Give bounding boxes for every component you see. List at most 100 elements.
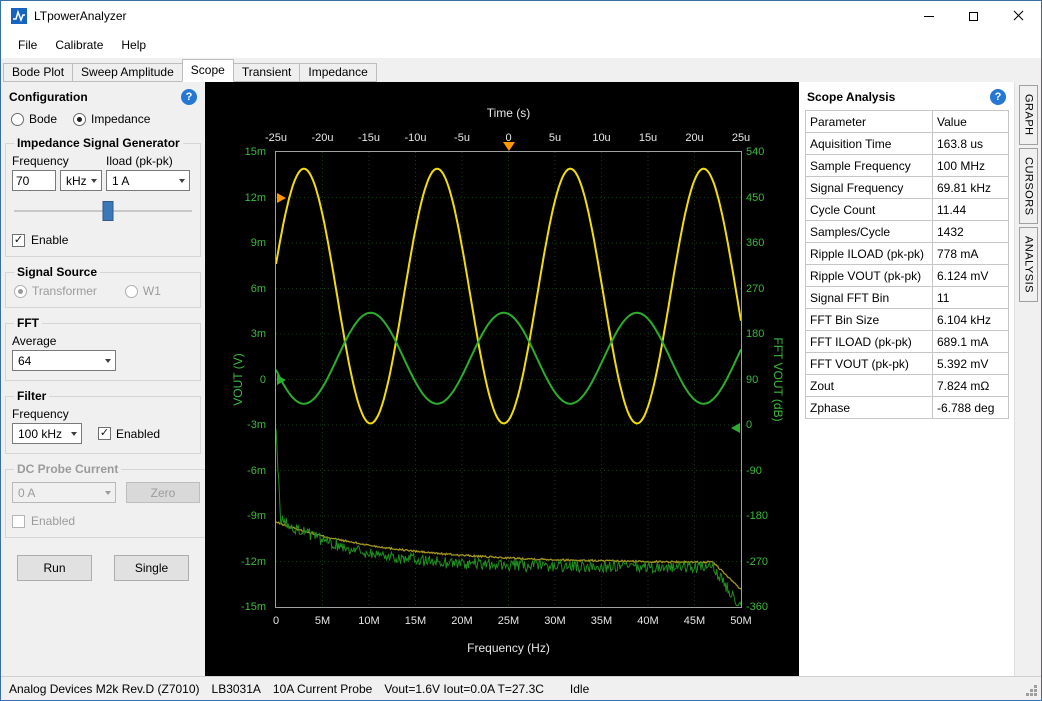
filter-frequency-select[interactable]: 100 kHz xyxy=(12,423,82,444)
table-row: Aquisition Time163.8 us xyxy=(806,133,1009,155)
param-cell: Signal Frequency xyxy=(806,177,933,199)
fft-group: FFT Average 64 xyxy=(5,316,201,381)
tick-label: -15u xyxy=(358,132,380,144)
frequency-input[interactable] xyxy=(12,170,56,191)
close-button[interactable] xyxy=(996,1,1041,31)
vout-reference-marker[interactable] xyxy=(277,375,286,385)
side-tab-analysis[interactable]: ANALYSIS xyxy=(1019,227,1038,302)
configuration-panel: Configuration ? Bode Impedance Impedance… xyxy=(1,82,205,676)
tab-bode-plot[interactable]: Bode Plot xyxy=(3,63,73,82)
help-icon[interactable]: ? xyxy=(181,89,197,105)
time-zero-marker[interactable] xyxy=(503,142,515,151)
help-icon[interactable]: ? xyxy=(990,89,1006,105)
fft-iload xyxy=(276,522,741,589)
filter-enabled-label: Enabled xyxy=(116,427,160,441)
slider-thumb[interactable] xyxy=(103,201,114,221)
frequency-unit-select[interactable]: kHz xyxy=(60,170,102,191)
tab-impedance[interactable]: Impedance xyxy=(299,63,376,82)
main-content: Configuration ? Bode Impedance Impedance… xyxy=(1,82,1041,676)
tick-label: 10M xyxy=(358,615,379,627)
iload-select[interactable]: 1 A xyxy=(106,170,190,191)
tick-label: 20u xyxy=(685,132,703,144)
analysis-table: ParameterValueAquisition Time163.8 usSam… xyxy=(805,110,1009,419)
tick-label: 3m xyxy=(251,328,266,340)
maximize-button[interactable] xyxy=(951,1,996,31)
average-select[interactable]: 64 xyxy=(12,350,116,371)
param-cell: FFT Bin Size xyxy=(806,309,933,331)
tick-label: 6m xyxy=(251,283,266,295)
resize-grip-icon[interactable] xyxy=(1034,693,1037,696)
param-cell: Aquisition Time xyxy=(806,133,933,155)
tick-label: 20M xyxy=(451,615,472,627)
status-segment: Vout=1.6V Iout=0.0A T=27.3C xyxy=(384,682,544,696)
tick-label: 360 xyxy=(746,237,764,249)
value-cell: 689.1 mA xyxy=(933,331,1009,353)
iload-value: 1 A xyxy=(112,174,129,188)
fft-group-title: FFT xyxy=(14,316,42,330)
vout-axis-title: VOUT (V) xyxy=(231,152,245,607)
value-cell: -6.788 deg xyxy=(933,397,1009,419)
menu-help[interactable]: Help xyxy=(112,34,155,56)
side-tab-cursors[interactable]: CURSORS xyxy=(1019,148,1038,225)
table-row: Ripple VOUT (pk-pk)6.124 mV xyxy=(806,265,1009,287)
tick-label: 270 xyxy=(746,283,764,295)
table-row: Signal FFT Bin11 xyxy=(806,287,1009,309)
configuration-heading: Configuration xyxy=(9,90,88,104)
radio-selected-icon xyxy=(14,285,27,298)
chevron-down-icon xyxy=(91,179,97,183)
tick-label: -270 xyxy=(746,556,768,568)
tab-transient[interactable]: Transient xyxy=(233,63,301,82)
generator-group: Impedance Signal Generator Frequency Ilo… xyxy=(5,136,201,257)
scope-plot-area: Time (s) -25u-20u-15u-10u-5u05u10u15u20u… xyxy=(205,82,799,676)
signal-source-radio-group: Transformer W1 xyxy=(12,280,194,298)
tick-label: -90 xyxy=(746,465,762,477)
tick-label: -5u xyxy=(454,132,470,144)
radio-w1: W1 xyxy=(125,284,161,298)
single-button[interactable]: Single xyxy=(114,555,189,581)
menu-file[interactable]: File xyxy=(9,34,46,56)
param-cell: Samples/Cycle xyxy=(806,221,933,243)
fft-axis-title: FFT VOUT (dB) xyxy=(771,152,785,607)
tick-label: -25u xyxy=(265,132,287,144)
fft-reference-marker[interactable] xyxy=(731,423,740,433)
enable-checkbox[interactable]: ✓Enable xyxy=(12,233,194,247)
fft-vout xyxy=(276,429,741,606)
value-cell: 1432 xyxy=(933,221,1009,243)
minimize-button[interactable] xyxy=(906,1,951,31)
tick-label: 50M xyxy=(730,615,751,627)
table-row: FFT ILOAD (pk-pk)689.1 mA xyxy=(806,331,1009,353)
param-cell: Cycle Count xyxy=(806,199,933,221)
side-tab-strip: GRAPH CURSORS ANALYSIS xyxy=(1014,82,1041,676)
menu-calibrate[interactable]: Calibrate xyxy=(46,34,112,56)
param-cell: FFT ILOAD (pk-pk) xyxy=(806,331,933,353)
param-cell: Ripple ILOAD (pk-pk) xyxy=(806,243,933,265)
tick-label: 90 xyxy=(746,374,758,386)
signal-source-title: Signal Source xyxy=(14,265,100,279)
check-icon: ✓ xyxy=(12,234,25,247)
tab-scope[interactable]: Scope xyxy=(182,59,234,82)
tab-strip: Bode PlotSweep AmplitudeScopeTransientIm… xyxy=(1,58,1041,82)
run-button[interactable]: Run xyxy=(17,555,92,581)
radio-impedance-label: Impedance xyxy=(91,112,150,126)
scope-canvas[interactable] xyxy=(276,152,741,607)
app-window: LTpowerAnalyzer FileCalibrateHelp Bode P… xyxy=(0,0,1042,701)
side-tab-graph[interactable]: GRAPH xyxy=(1019,85,1038,145)
value-cell: 100 MHz xyxy=(933,155,1009,177)
radio-bode[interactable]: Bode xyxy=(11,112,57,126)
signal-source-group: Signal Source Transformer W1 xyxy=(5,265,201,308)
tick-label: 9m xyxy=(251,237,266,249)
tick-label: 15m xyxy=(245,146,266,158)
minimize-icon xyxy=(924,16,934,17)
tick-label: 180 xyxy=(746,328,764,340)
tick-label: 35M xyxy=(591,615,612,627)
radio-impedance[interactable]: Impedance xyxy=(73,112,150,126)
iload-reference-marker[interactable] xyxy=(277,193,286,203)
amplitude-slider[interactable] xyxy=(14,200,192,222)
table-row: Ripple ILOAD (pk-pk)778 mA xyxy=(806,243,1009,265)
vout-waveform xyxy=(276,313,741,404)
tick-label: 10u xyxy=(592,132,610,144)
tick-label: -3m xyxy=(247,419,266,431)
transformer-label: Transformer xyxy=(32,284,97,298)
tab-sweep-amplitude[interactable]: Sweep Amplitude xyxy=(72,63,183,82)
filter-enabled-checkbox[interactable]: ✓Enabled xyxy=(98,427,160,441)
